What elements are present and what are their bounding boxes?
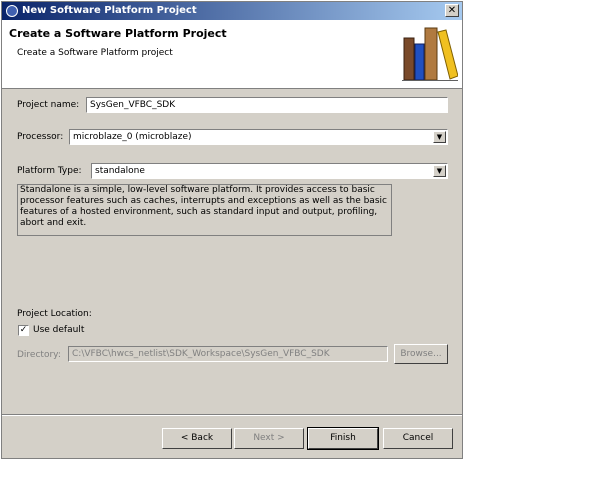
dialog-window: New Software Platform Project ✕ Create a… — [1, 1, 463, 459]
project-name-label: Project name: — [17, 100, 80, 110]
window-title: New Software Platform Project — [22, 5, 197, 16]
back-button[interactable]: < Back — [162, 428, 232, 449]
page-title: Create a Software Platform Project — [9, 27, 227, 40]
cancel-button[interactable]: Cancel — [383, 428, 453, 449]
platform-type-select[interactable]: standalone ▼ — [91, 163, 448, 179]
books-icon — [402, 27, 458, 81]
directory-label: Directory: — [17, 350, 61, 360]
finish-button[interactable]: Finish — [307, 427, 379, 450]
directory-input[interactable]: C:\VFBC\hwcs_netlist\SDK_Workspace\SysGe… — [68, 346, 388, 362]
app-icon — [6, 5, 18, 17]
project-location-label: Project Location: — [17, 309, 92, 319]
project-name-input[interactable]: SysGen_VFBC_SDK — [86, 97, 448, 113]
page-subtitle: Create a Software Platform project — [17, 48, 173, 58]
processor-select[interactable]: microblaze_0 (microblaze) ▼ — [69, 129, 448, 145]
next-button[interactable]: Next > — [234, 428, 304, 449]
processor-label: Processor: — [17, 132, 64, 142]
browse-button[interactable]: Browse... — [394, 344, 448, 364]
title-bar[interactable]: New Software Platform Project ✕ — [2, 2, 462, 20]
platform-description: Standalone is a simple, low-level softwa… — [17, 184, 392, 236]
platform-type-value: standalone — [95, 166, 145, 176]
wizard-header: Create a Software Platform Project Creat… — [2, 20, 462, 89]
processor-value: microblaze_0 (microblaze) — [73, 132, 192, 142]
close-button[interactable]: ✕ — [445, 4, 459, 17]
platform-type-label: Platform Type: — [17, 166, 82, 176]
chevron-down-icon[interactable]: ▼ — [433, 165, 446, 177]
chevron-down-icon[interactable]: ▼ — [433, 131, 446, 143]
use-default-label: Use default — [33, 325, 85, 335]
button-separator — [2, 414, 462, 416]
wizard-content: Project name: SysGen_VFBC_SDK Processor:… — [2, 89, 462, 409]
use-default-checkbox[interactable]: ✓ — [18, 325, 29, 336]
